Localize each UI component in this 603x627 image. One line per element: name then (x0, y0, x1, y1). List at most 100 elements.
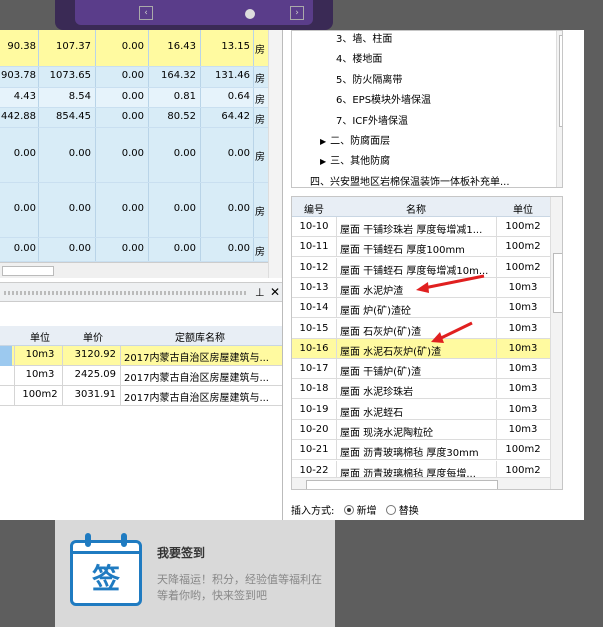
list-item[interactable]: 10-19 屋面 水泥蛭石 10m3 (292, 399, 550, 420)
table-cell: 854.45 (56, 111, 91, 122)
carousel-prev-icon[interactable]: ‹ (139, 6, 153, 20)
table-row[interactable]: 100m2 3031.91 2017内蒙古自治区房屋建筑与... (0, 386, 282, 406)
expand-arrow-icon[interactable]: ▶ (320, 137, 326, 146)
table-cell: 2017内蒙古自治区房屋建筑与... (124, 393, 269, 404)
table-cell: 8.54 (68, 91, 91, 102)
tree-item[interactable]: 5、防火隔离带 (336, 71, 402, 86)
table-cell: 100m2 (505, 464, 541, 476)
tree-item[interactable]: 4、楼地面 (336, 50, 382, 65)
table-row[interactable]: 0.00 0.00 0.00 0.00 0.00 房 (0, 183, 268, 238)
table-cell: 0.00 (13, 243, 36, 254)
scroll-thumb[interactable] (559, 35, 562, 127)
table-cell: 0.00 (173, 243, 196, 254)
table-cell: 13.15 (221, 41, 250, 52)
list-item[interactable]: 10-18 屋面 水泥珍珠岩 10m3 (292, 379, 550, 400)
table-cell: 131.46 (215, 70, 250, 81)
table-cell: 10-21 (299, 444, 329, 456)
table-cell: 100m2 (505, 241, 541, 253)
table-cell: 0.00 (121, 203, 144, 214)
tree-item[interactable]: 3、墙、柱面 (336, 31, 392, 45)
scroll-thumb[interactable] (2, 266, 54, 276)
cost-table: 90.38 107.37 0.00 16.43 13.15 房 903.78 1073.65 0… (0, 30, 268, 262)
radio-add-label[interactable]: 新增 (357, 506, 377, 517)
checkin-card[interactable]: 签 我要签到 天降福运！积分，经验值等福利在等着你哟，快来签到吧 (55, 520, 335, 627)
table-cell: 10m3 (508, 403, 538, 415)
table-cell: 0.00 (68, 243, 91, 254)
table-cell: 0.00 (13, 148, 36, 159)
scroll-thumb[interactable] (553, 253, 562, 313)
table-cell: 房 (255, 152, 265, 163)
radio-add[interactable] (343, 505, 354, 515)
tree-item[interactable]: ▶ 三、其他防腐 (320, 152, 390, 167)
table-cell: 10m3 (508, 342, 538, 354)
tree-item[interactable]: 6、EPS模块外墙保温 (336, 91, 431, 106)
table-row[interactable]: 10m3 3120.92 2017内蒙古自治区房屋建筑与... (0, 346, 282, 366)
table-cell: 1073.65 (49, 70, 91, 81)
table-cell: 100m2 (22, 389, 58, 400)
scroll-thumb[interactable] (306, 480, 498, 489)
table-cell: 0.00 (121, 70, 144, 81)
checkin-title[interactable]: 我要签到 (157, 544, 205, 561)
list-scrollbar[interactable] (550, 197, 562, 489)
table-row[interactable]: 90.38 107.37 0.00 16.43 13.15 房 (0, 30, 268, 67)
table-cell: 164.32 (161, 70, 196, 81)
panel-splitter[interactable]: ⊥ ✕ (0, 282, 282, 302)
table-cell: 房 (255, 207, 265, 218)
table-row[interactable]: 0.00 0.00 0.00 0.00 0.00 房 (0, 238, 268, 262)
tree-item-label: 5、防火隔离带 (336, 74, 403, 86)
annotation-arrow (431, 321, 473, 343)
table-cell: 房 (255, 115, 265, 126)
table-cell: 2017内蒙古自治区房屋建筑与... (124, 353, 269, 364)
table-cell: 10m3 (508, 322, 538, 334)
table-cell: 10m3 (508, 302, 538, 314)
table-row[interactable]: 903.78 1073.65 0.00 164.32 131.46 房 (0, 67, 268, 88)
list-item[interactable]: 10-16 屋面 水泥石灰炉(矿)渣 10m3 (292, 338, 550, 359)
list-item[interactable]: 10-11 屋面 干铺蛭石 厚度100mm 100m2 (292, 237, 550, 258)
list-horizontal-scrollbar[interactable] (292, 477, 550, 489)
list-item[interactable]: 10-17 屋面 干铺炉(矿)渣 10m3 (292, 359, 550, 380)
table-row[interactable]: 10m3 2425.09 2017内蒙古自治区房屋建筑与... (0, 366, 282, 386)
table-cell: 10m3 (508, 363, 538, 375)
table-cell: 100m2 (505, 221, 541, 232)
list-item[interactable]: 10-20 屋面 现浇水泥陶粒砼 10m3 (292, 420, 550, 440)
table-row[interactable]: 4.43 8.54 0.00 0.81 0.64 房 (0, 88, 268, 108)
radio-replace[interactable] (385, 505, 396, 515)
list-item[interactable]: 10-15 屋面 石灰炉(矿)渣 10m3 (292, 318, 550, 339)
table-cell: 0.00 (13, 203, 36, 214)
tree-item[interactable]: ▶ 二、防腐面层 (320, 132, 390, 147)
vertical-scrollbar[interactable] (268, 30, 282, 278)
carousel-next-icon[interactable]: › (290, 6, 304, 20)
banner-carousel: ‹ › (55, 0, 333, 30)
table-cell: 房 (255, 247, 265, 258)
tree-item-label: 四、兴安盟地区岩棉保温装饰一体板补充单... (310, 176, 510, 188)
close-icon[interactable]: ✕ (270, 285, 280, 299)
table-cell: 0.00 (227, 203, 250, 214)
table-cell: 3031.91 (74, 389, 116, 400)
table-cell: 屋面 现浇水泥陶粒砼 (340, 428, 434, 439)
table-cell: 0.00 (68, 203, 91, 214)
table-cell: 屋面 干铺蛭石 厚度100mm (340, 245, 465, 257)
table-cell: 房 (255, 95, 265, 106)
radio-replace-label[interactable]: 替换 (399, 506, 419, 517)
horizontal-scrollbar[interactable] (0, 262, 268, 278)
table-cell: 100m2 (505, 444, 541, 456)
carousel-dot[interactable] (245, 9, 255, 19)
table-cell: 0.00 (121, 111, 144, 122)
table-row[interactable]: 0.00 0.00 0.00 0.00 0.00 房 (0, 128, 268, 183)
table-header: 编号 名称 单位 (292, 197, 550, 217)
table-cell: 0.00 (227, 148, 250, 159)
list-item[interactable]: 10-10 屋面 干铺珍珠岩 厚度每增减1... 100m2 (292, 217, 550, 237)
table-row[interactable]: 442.88 854.45 0.00 80.52 64.42 房 (0, 108, 268, 128)
calendar-icon[interactable]: 签 (70, 533, 142, 606)
list-item[interactable]: 10-14 屋面 炉(矿)渣砼 10m3 (292, 298, 550, 319)
expand-arrow-icon[interactable]: ▶ (320, 157, 326, 166)
tree-scrollbar[interactable] (556, 31, 562, 187)
table-cell: 2017内蒙古自治区房屋建筑与... (124, 373, 269, 384)
pin-icon[interactable]: ⊥ (255, 286, 265, 299)
insert-mode: 插入方式: 新增 替换 (291, 502, 419, 517)
table-cell: 房 (255, 45, 265, 56)
drag-handle[interactable] (4, 291, 248, 295)
tree-item[interactable]: 7、ICF外墙保温 (336, 112, 408, 127)
list-item[interactable]: 10-21 屋面 沥青玻璃棉毡 厚度30mm 100m2 (292, 440, 550, 461)
tree-item[interactable]: 四、兴安盟地区岩棉保温装饰一体板补充单... (310, 173, 510, 188)
